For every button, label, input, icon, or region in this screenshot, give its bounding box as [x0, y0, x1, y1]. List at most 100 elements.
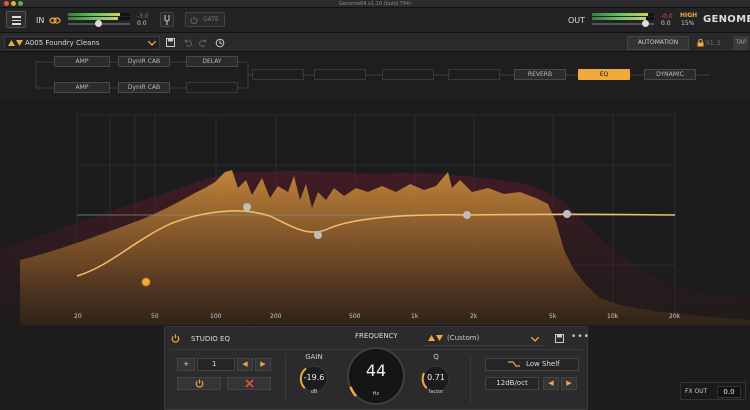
freq-label: 10k	[607, 313, 619, 320]
slope-value[interactable]: 12dB/oct	[485, 377, 539, 390]
fx-out-value[interactable]: 0.0	[717, 386, 741, 398]
chain-slot-empty[interactable]	[382, 69, 434, 80]
automation-button[interactable]: AUTOMATION	[627, 36, 689, 50]
eq-preset-dropdown[interactable]: (Custom)	[425, 332, 545, 346]
add-band-button[interactable]: +	[177, 358, 195, 371]
input-gain-fader-knob[interactable]	[95, 20, 102, 27]
power-icon	[190, 16, 198, 24]
undo-icon[interactable]	[183, 38, 192, 47]
gain-unit: dB	[310, 389, 318, 395]
chain-block-delay[interactable]: DELAY	[186, 56, 238, 67]
chain-block-amp-2[interactable]: AMP	[54, 82, 110, 93]
eq-band-5-handle[interactable]	[563, 210, 571, 218]
signal-chain: AMP DynIR CAB DELAY AMP DynIR CAB REVERB…	[0, 52, 750, 100]
top-bar: IN -3.0 0.0 GATE OUT -0.0 0.0 HIGH 15% G…	[0, 8, 750, 32]
freq-label: 20k	[669, 313, 681, 320]
eq-band-4-handle[interactable]	[463, 211, 471, 219]
fx-out-label: FX OUT	[685, 388, 708, 395]
low-shelf-icon	[508, 361, 520, 367]
gain-value: -19.6	[303, 373, 325, 382]
chain-connectors	[35, 61, 710, 89]
studio-eq-panel: STUDIO EQ FREQUENCY (Custom) ••• + 1 ◀ ▶…	[164, 326, 590, 410]
eq-band-3-handle[interactable]	[314, 231, 322, 239]
chain-block-dynamic[interactable]: DYNAMIC	[644, 69, 696, 80]
menu-button[interactable]	[6, 11, 26, 28]
tap-tempo-button[interactable]: TAP	[733, 36, 749, 50]
output-label: OUT	[568, 16, 586, 25]
output-gain-fader-knob[interactable]	[642, 20, 649, 27]
eq-graph-canvas[interactable]	[0, 100, 750, 325]
q-value: 0.71	[427, 373, 445, 382]
next-band-button[interactable]: ▶	[255, 358, 271, 371]
preset-bar: A005 Foundry Cleans AUTOMATION 91.3 TAP	[0, 32, 750, 52]
save-icon[interactable]	[555, 334, 564, 343]
chain-slot-empty[interactable]	[314, 69, 366, 80]
delete-band-button[interactable]	[227, 377, 271, 390]
delete-icon	[244, 379, 254, 388]
gain-label: GAIN	[305, 353, 323, 361]
frequency-label: FREQUENCY	[355, 332, 398, 340]
window-title: Genome64 v1.10 (build 794)	[338, 1, 412, 7]
slope-increase-button[interactable]: ▶	[561, 377, 577, 390]
chain-block-reverb[interactable]: REVERB	[514, 69, 566, 80]
genome-logo: GENOME	[703, 14, 750, 25]
save-icon[interactable]	[166, 38, 175, 47]
frequency-unit: Hz	[372, 391, 380, 397]
eq-preset-name: (Custom)	[447, 334, 480, 342]
slope-decrease-button[interactable]: ◀	[543, 377, 559, 390]
input-label: IN	[36, 16, 45, 25]
high-value: 15%	[681, 20, 695, 27]
chevron-down-icon[interactable]	[148, 41, 156, 46]
output-level-peak: -0.0	[661, 13, 673, 20]
freq-label: 20	[74, 313, 82, 320]
preset-nav-icon[interactable]	[428, 335, 443, 342]
link-icon[interactable]	[49, 17, 61, 24]
chain-slot-empty[interactable]	[448, 69, 500, 80]
input-meter	[68, 13, 130, 27]
band-bypass-button[interactable]	[177, 377, 221, 390]
chain-block-amp-1[interactable]: AMP	[54, 56, 110, 67]
prev-band-button[interactable]: ◀	[237, 358, 253, 371]
band-number[interactable]: 1	[197, 358, 235, 371]
preset-nav-icon[interactable]	[8, 40, 23, 47]
freq-label: 100	[210, 313, 222, 320]
tuning-fork-icon	[164, 15, 170, 25]
more-options-icon[interactable]: •••	[571, 332, 590, 342]
output-gain-fader[interactable]	[592, 20, 654, 27]
power-icon[interactable]	[171, 334, 180, 343]
history-icon[interactable]	[215, 38, 225, 48]
chain-slot-empty[interactable]	[186, 82, 238, 93]
preset-name: A005 Foundry Cleans	[25, 39, 100, 47]
freq-label: 500	[349, 313, 361, 320]
gate-label: GATE	[203, 16, 219, 23]
preset-selector[interactable]: A005 Foundry Cleans	[4, 36, 160, 50]
eq-graph[interactable]	[0, 100, 750, 325]
tuner-button[interactable]	[160, 12, 174, 27]
eq-band-1-handle[interactable]	[141, 277, 151, 287]
output-level-value: 0.0	[661, 20, 671, 27]
chevron-down-icon[interactable]	[531, 337, 539, 342]
chain-slot-empty[interactable]	[252, 69, 304, 80]
window-titlebar: Genome64 v1.10 (build 794)	[0, 0, 750, 8]
high-label: HIGH	[680, 12, 698, 19]
gate-button[interactable]: GATE	[185, 12, 225, 27]
filter-type-selector[interactable]: Low Shelf	[485, 358, 579, 371]
filter-type-label: Low Shelf	[526, 360, 560, 368]
panel-divider	[285, 355, 286, 403]
input-gain-fader[interactable]	[68, 20, 130, 27]
input-level-peak: -3.0	[137, 13, 149, 20]
input-level-value: 0.0	[137, 20, 147, 27]
q-unit: factor	[428, 389, 444, 395]
output-meter	[592, 13, 654, 27]
bpm-value[interactable]: 91.3	[705, 39, 721, 47]
chain-block-cab-1[interactable]: DynIR CAB	[118, 56, 170, 67]
chain-block-cab-2[interactable]: DynIR CAB	[118, 82, 170, 93]
eq-band-2-handle[interactable]	[243, 203, 251, 211]
redo-icon[interactable]	[199, 38, 208, 47]
lock-icon[interactable]	[697, 39, 704, 47]
freq-label: 50	[151, 313, 159, 320]
studio-eq-title: STUDIO EQ	[191, 335, 230, 343]
power-icon	[195, 379, 203, 388]
frequency-value: 44	[365, 361, 387, 380]
chain-block-eq[interactable]: EQ	[578, 69, 630, 80]
